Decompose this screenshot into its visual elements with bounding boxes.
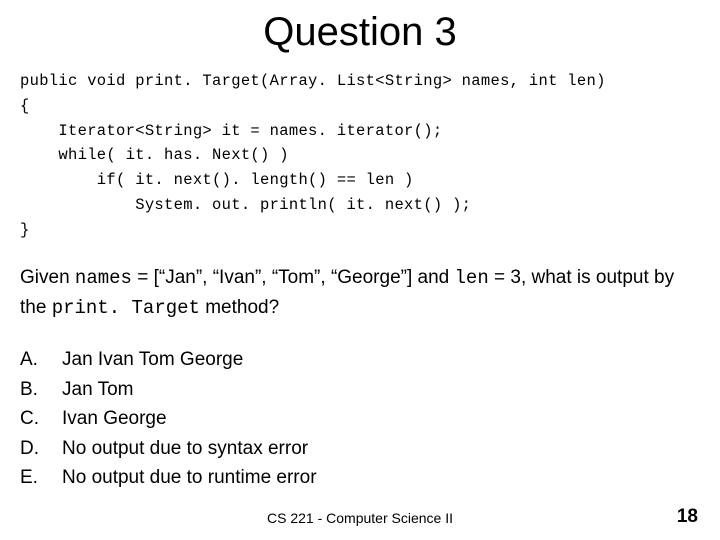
answer-text: No output due to runtime error	[62, 463, 317, 492]
answer-letter: D.	[20, 434, 62, 463]
answer-letter: E.	[20, 463, 62, 492]
code-block: public void print. Target(Array. List<St…	[20, 69, 700, 243]
question-prompt: Given names = [“Jan”, “Ivan”, “Tom”, “Ge…	[20, 263, 700, 324]
method-name: print. Target	[52, 297, 200, 319]
answer-letter: B.	[20, 375, 62, 404]
answer-option: E. No output due to runtime error	[20, 463, 700, 492]
answer-text: Ivan George	[62, 404, 167, 433]
answer-option: D. No output due to syntax error	[20, 434, 700, 463]
answer-list: A. Jan Ivan Tom George B. Jan Tom C. Iva…	[20, 345, 700, 492]
slide: Question 3 public void print. Target(Arr…	[0, 0, 720, 540]
answer-option: A. Jan Ivan Tom George	[20, 345, 700, 374]
page-number: 18	[677, 506, 698, 528]
question-eq1: = [“Jan”, “Ivan”, “Tom”, “George”] and	[132, 267, 455, 288]
answer-option: B. Jan Tom	[20, 375, 700, 404]
question-prefix: Given	[20, 267, 75, 288]
slide-title: Question 3	[20, 10, 700, 55]
answer-text: No output due to syntax error	[62, 434, 308, 463]
answer-letter: C.	[20, 404, 62, 433]
footer-text: CS 221 - Computer Science II	[0, 510, 720, 526]
answer-option: C. Ivan George	[20, 404, 700, 433]
answer-letter: A.	[20, 345, 62, 374]
question-suffix: method?	[200, 297, 279, 318]
answer-text: Jan Ivan Tom George	[62, 345, 243, 374]
answer-text: Jan Tom	[62, 375, 133, 404]
names-var: names	[75, 267, 132, 289]
len-var: len	[455, 267, 489, 289]
